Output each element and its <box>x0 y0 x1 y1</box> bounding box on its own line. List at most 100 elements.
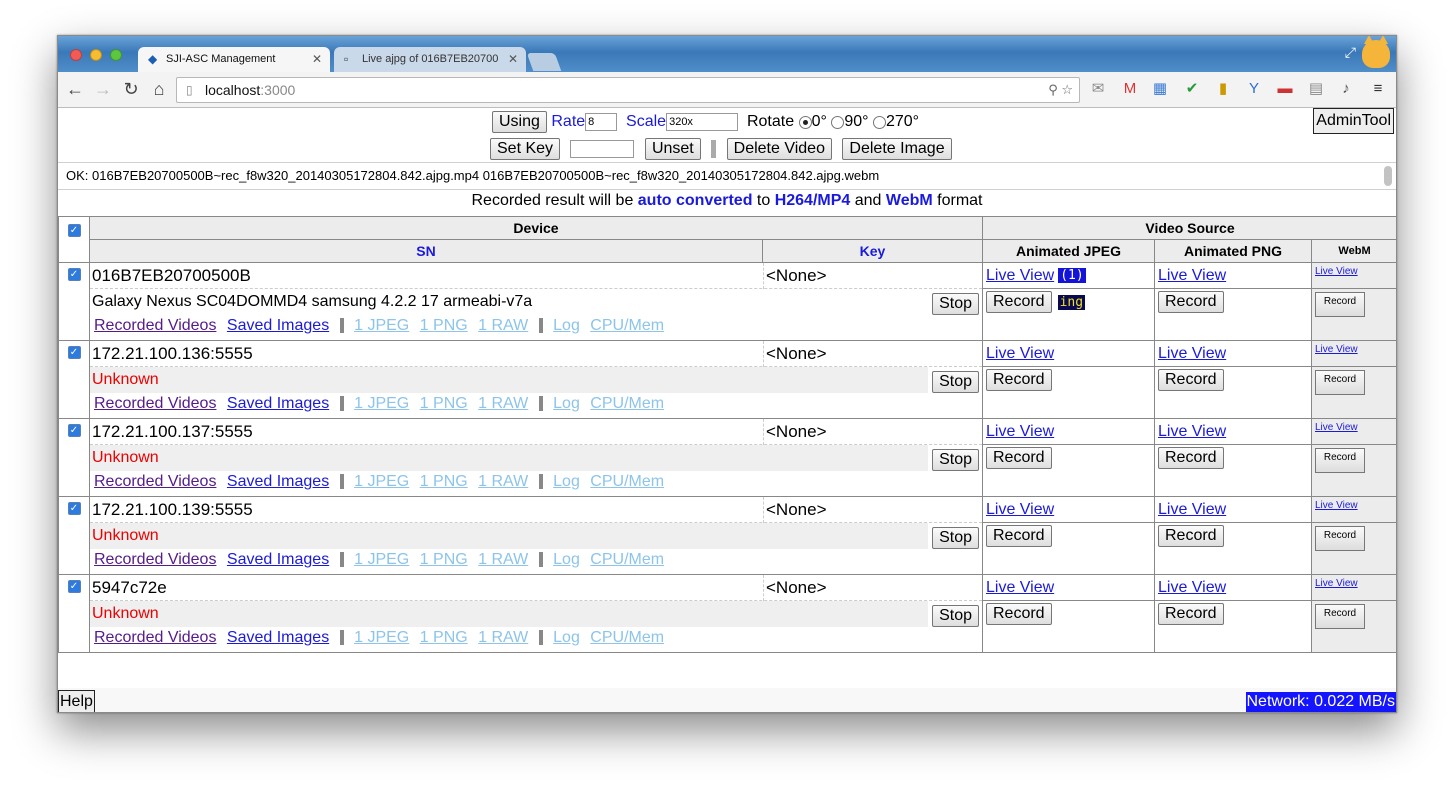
close-tab-icon[interactable]: ✕ <box>508 47 518 72</box>
webm-record-button[interactable]: Record <box>1315 448 1365 473</box>
saved-images-link[interactable]: Saved Images <box>227 317 329 334</box>
device-checkbox[interactable]: ✓ <box>67 424 81 437</box>
close-window-button[interactable] <box>70 49 82 61</box>
stop-button[interactable]: Stop <box>932 293 979 315</box>
tab-live-ajpg[interactable]: ▫ Live ajpg of 016B7EB20700 ✕ <box>334 47 526 72</box>
saved-images-link[interactable]: Saved Images <box>227 629 329 646</box>
raw-link[interactable]: 1 RAW <box>478 629 528 646</box>
raw-link[interactable]: 1 RAW <box>478 317 528 334</box>
address-bar[interactable]: ▯ localhost:3000 ⚲ ☆ <box>176 77 1080 103</box>
saved-images-link[interactable]: Saved Images <box>227 551 329 568</box>
recorded-videos-link[interactable]: Recorded Videos <box>94 629 216 646</box>
jpeg-link[interactable]: 1 JPEG <box>354 317 409 334</box>
device-checkbox[interactable]: ✓ <box>67 268 81 281</box>
forward-icon[interactable]: → <box>92 78 114 100</box>
fullscreen-icon[interactable]: ⤢ <box>1345 44 1356 61</box>
search-star-icons[interactable]: ⚲ ☆ <box>1048 78 1073 102</box>
stop-button[interactable]: Stop <box>932 371 979 393</box>
cpu-mem-link[interactable]: CPU/Mem <box>590 317 664 334</box>
set-key-button[interactable]: Set Key <box>490 138 561 160</box>
jpeg-link[interactable]: 1 JPEG <box>354 473 409 490</box>
y-extension-icon[interactable]: Y <box>1244 79 1264 99</box>
ajpeg-record-button[interactable]: Record <box>986 291 1052 313</box>
webm-record-button[interactable]: Record <box>1315 604 1365 629</box>
apng-record-button[interactable]: Record <box>1158 525 1224 547</box>
rate-input[interactable]: 8 <box>585 113 618 131</box>
device-checkbox[interactable]: ✓ <box>67 502 81 515</box>
back-icon[interactable]: ← <box>64 78 86 100</box>
webm-live-view-link[interactable]: Live View <box>1315 577 1358 591</box>
apng-live-view-link[interactable]: Live View <box>1158 423 1226 440</box>
gmail-icon[interactable]: M <box>1120 79 1140 99</box>
log-link[interactable]: Log <box>553 629 580 646</box>
apng-live-view-link[interactable]: Live View <box>1158 579 1226 596</box>
rotate-0-radio[interactable] <box>798 115 812 129</box>
menu-icon[interactable]: ≡ <box>1368 79 1388 99</box>
rotate-90-radio[interactable] <box>831 115 845 129</box>
unset-button[interactable]: Unset <box>644 138 701 160</box>
phone-extension-icon[interactable]: ▮ <box>1213 79 1233 99</box>
book-icon[interactable]: ▬ <box>1275 79 1295 99</box>
key-input[interactable] <box>570 140 635 158</box>
ajpeg-record-button[interactable]: Record <box>986 447 1052 469</box>
mail-extension-icon[interactable]: ✉ <box>1088 79 1108 99</box>
webm-live-view-link[interactable]: Live View <box>1315 343 1358 357</box>
rotate-270-radio[interactable] <box>872 115 886 129</box>
apng-record-button[interactable]: Record <box>1158 369 1224 391</box>
ajpeg-record-button[interactable]: Record <box>986 369 1052 391</box>
new-tab-button[interactable] <box>526 53 562 71</box>
cat-avatar-icon[interactable] <box>1362 36 1390 68</box>
jpeg-link[interactable]: 1 JPEG <box>354 551 409 568</box>
using-button[interactable]: Using <box>492 111 547 133</box>
home-icon[interactable]: ⌂ <box>148 78 170 100</box>
bell-icon[interactable]: ♪ <box>1336 79 1356 99</box>
delete-video-button[interactable]: Delete Video <box>726 138 832 160</box>
recorded-videos-link[interactable]: Recorded Videos <box>94 551 216 568</box>
webm-live-view-link[interactable]: Live View <box>1315 421 1358 435</box>
log-link[interactable]: Log <box>553 317 580 334</box>
admin-tool-button[interactable]: AdminTool <box>1313 108 1394 134</box>
recorded-videos-link[interactable]: Recorded Videos <box>94 395 216 412</box>
reload-icon[interactable]: ↻ <box>120 78 142 100</box>
saved-images-link[interactable]: Saved Images <box>227 473 329 490</box>
calendar-icon[interactable]: ▦ <box>1150 79 1170 99</box>
scale-input[interactable]: 320x <box>666 113 739 131</box>
raw-link[interactable]: 1 RAW <box>478 395 528 412</box>
apng-live-view-link[interactable]: Live View <box>1158 345 1226 362</box>
apng-record-button[interactable]: Record <box>1158 447 1224 469</box>
cpu-mem-link[interactable]: CPU/Mem <box>590 473 664 490</box>
select-all-checkbox[interactable]: ✓ <box>67 224 81 237</box>
png-link[interactable]: 1 PNG <box>420 551 468 568</box>
zoom-window-button[interactable] <box>110 49 122 61</box>
webm-record-button[interactable]: Record <box>1315 370 1365 395</box>
ajpeg-live-view-link[interactable]: Live View <box>986 423 1054 440</box>
webm-record-button[interactable]: Record <box>1315 526 1365 551</box>
stop-button[interactable]: Stop <box>932 605 979 627</box>
scrollbar-thumb[interactable] <box>1384 166 1392 186</box>
log-link[interactable]: Log <box>553 551 580 568</box>
ajpeg-record-button[interactable]: Record <box>986 603 1052 625</box>
cpu-mem-link[interactable]: CPU/Mem <box>590 395 664 412</box>
raw-link[interactable]: 1 RAW <box>478 473 528 490</box>
ajpeg-live-view-link[interactable]: Live View <box>986 501 1054 518</box>
cpu-mem-link[interactable]: CPU/Mem <box>590 629 664 646</box>
device-checkbox[interactable]: ✓ <box>67 346 81 359</box>
webm-live-view-link[interactable]: Live View <box>1315 499 1358 513</box>
webm-live-view-link[interactable]: Live View <box>1315 265 1358 279</box>
doc-extension-icon[interactable]: ▤ <box>1306 79 1326 99</box>
ajpeg-live-view-link[interactable]: Live View <box>986 579 1054 596</box>
apng-live-view-link[interactable]: Live View <box>1158 501 1226 518</box>
saved-images-link[interactable]: Saved Images <box>227 395 329 412</box>
close-tab-icon[interactable]: ✕ <box>312 47 322 72</box>
apng-live-view-link[interactable]: Live View <box>1158 267 1226 284</box>
recorded-videos-link[interactable]: Recorded Videos <box>94 473 216 490</box>
minimize-window-button[interactable] <box>90 49 102 61</box>
png-link[interactable]: 1 PNG <box>420 395 468 412</box>
png-link[interactable]: 1 PNG <box>420 473 468 490</box>
png-link[interactable]: 1 PNG <box>420 317 468 334</box>
apng-record-button[interactable]: Record <box>1158 603 1224 625</box>
ajpeg-live-view-link[interactable]: Live View <box>986 267 1054 284</box>
delete-image-button[interactable]: Delete Image <box>842 138 952 160</box>
device-checkbox[interactable]: ✓ <box>67 580 81 593</box>
raw-link[interactable]: 1 RAW <box>478 551 528 568</box>
